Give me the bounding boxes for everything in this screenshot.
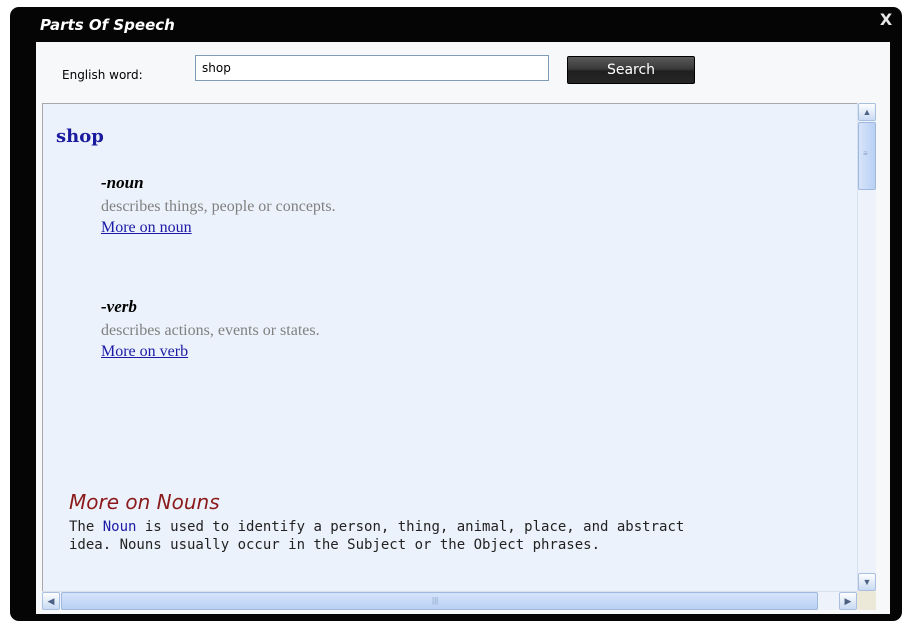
pos-label: -noun bbox=[101, 173, 144, 192]
more-on-nouns-heading: More on Nouns bbox=[69, 490, 220, 514]
grip-icon: ≡ bbox=[863, 149, 868, 158]
search-button[interactable]: Search bbox=[567, 56, 695, 84]
parts-of-speech-window: Parts Of Speech X English word: Search s… bbox=[10, 7, 902, 621]
horizontal-scrollbar[interactable]: ◀ ||| ▶ bbox=[42, 591, 857, 610]
grip-icon: ||| bbox=[432, 596, 439, 605]
result-word: shop bbox=[56, 126, 104, 147]
pos-noun: -noun describes things, people or concep… bbox=[101, 173, 336, 237]
vertical-scroll-thumb[interactable]: ≡ bbox=[858, 122, 876, 190]
more-on-noun-link[interactable]: More on noun bbox=[101, 219, 336, 237]
pos-verb: -verb describes actions, events or state… bbox=[101, 297, 320, 361]
search-label: English word: bbox=[62, 68, 143, 82]
search-input[interactable] bbox=[195, 55, 549, 81]
more-on-nouns-text: The Noun is used to identify a person, t… bbox=[69, 518, 829, 554]
horizontal-scroll-thumb[interactable]: ||| bbox=[61, 592, 818, 610]
pos-label: -verb bbox=[101, 297, 137, 316]
more-text-line1: is used to identify a person, thing, ani… bbox=[136, 519, 685, 535]
vertical-scrollbar[interactable]: ▲ ≡ ▼ bbox=[857, 103, 876, 591]
scroll-up-icon[interactable]: ▲ bbox=[858, 103, 876, 121]
scroll-right-icon[interactable]: ▶ bbox=[839, 592, 857, 610]
pos-description: describes actions, events or states. bbox=[101, 322, 320, 339]
main-panel: English word: Search shop -noun describe… bbox=[36, 42, 890, 614]
pos-description: describes things, people or concepts. bbox=[101, 198, 336, 215]
more-on-verb-link[interactable]: More on verb bbox=[101, 343, 320, 361]
scroll-left-icon[interactable]: ◀ bbox=[42, 592, 60, 610]
window-title: Parts Of Speech bbox=[40, 16, 175, 34]
more-text-line2: idea. Nouns usually occur in the Subject… bbox=[69, 537, 601, 553]
close-button[interactable]: X bbox=[876, 9, 896, 31]
noun-keyword: Noun bbox=[102, 519, 137, 535]
scrollbar-corner bbox=[857, 591, 876, 610]
result-content: shop -noun describes things, people or c… bbox=[42, 103, 858, 592]
more-text-before: The bbox=[69, 519, 103, 535]
scroll-down-icon[interactable]: ▼ bbox=[858, 573, 876, 591]
